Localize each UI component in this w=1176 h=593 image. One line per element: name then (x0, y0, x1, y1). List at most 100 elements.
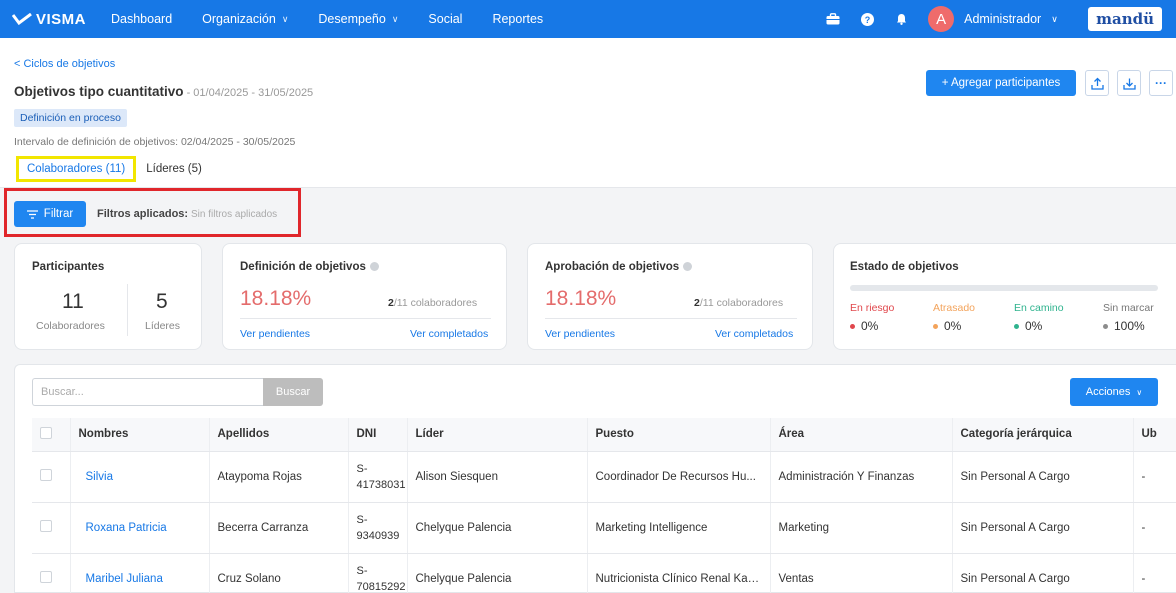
status-dot (933, 324, 938, 330)
nav-dashboard[interactable]: Dashboard (96, 0, 187, 38)
visma-logo[interactable]: VISMA (0, 11, 96, 28)
page-header: < Ciclos de objetivos Objetivos tipo cua… (0, 38, 1176, 188)
tab-lideres[interactable]: Líderes (5) (138, 156, 210, 182)
approval-title: Aprobación de objetivos (545, 261, 693, 273)
row-select[interactable] (32, 553, 70, 593)
state-value-text: 100% (1114, 319, 1145, 333)
help-icon[interactable]: ? (850, 0, 884, 38)
avatar[interactable]: A (928, 6, 955, 32)
column-header[interactable]: Categoría jerárquica (951, 418, 1133, 452)
cell-nombres[interactable]: Maribel Juliana (69, 553, 209, 593)
applied-filters-value: Sin filtros aplicados (191, 209, 278, 220)
nav-organizacion-label: Organización (202, 12, 276, 26)
upload-button[interactable] (1085, 70, 1109, 96)
cell-nombres[interactable]: Silvia (69, 451, 209, 503)
tab-colaboradores[interactable]: Colaboradores (11) (16, 156, 137, 182)
top-navbar: VISMA Dashboard Organización ∨ Desempeño ∨… (0, 0, 1176, 38)
status-dot (1014, 324, 1019, 330)
definition-percent: 18.18% (240, 287, 312, 310)
search-button[interactable]: Buscar (263, 378, 323, 406)
cell-dni: S- 70815292 (347, 553, 407, 593)
column-header[interactable]: Área (769, 418, 952, 452)
row-select[interactable] (32, 451, 70, 503)
leaders-label: Líderes (145, 320, 181, 332)
download-button[interactable] (1117, 70, 1141, 96)
checkbox[interactable] (40, 469, 52, 481)
approval-title-text: Aprobación de objetivos (545, 261, 680, 273)
nav-social[interactable]: Social (413, 0, 477, 38)
cell-dni: S- 41738031 (347, 451, 407, 503)
info-icon[interactable] (369, 262, 379, 272)
column-header[interactable]: Líder (406, 418, 587, 452)
checkbox[interactable] (40, 520, 52, 532)
state-value-text: 0% (861, 319, 879, 333)
mandu-logo[interactable]: mandü (1088, 7, 1162, 31)
visma-check-icon (12, 13, 32, 25)
definition-completed-link[interactable]: Ver completados (410, 328, 488, 340)
cell-lider: Chelyque Palencia (406, 502, 587, 554)
bell-icon[interactable] (884, 0, 918, 38)
cell-lider: Alison Siesquen (406, 451, 587, 503)
briefcase-icon[interactable] (816, 0, 850, 38)
cell-apellidos: Becerra Carranza (208, 502, 348, 554)
column-header[interactable]: Puesto (586, 418, 770, 452)
actions-button-label: Acciones (1085, 386, 1131, 398)
definition-title: Definición de objetivos (240, 261, 379, 273)
definition-interval: Intervalo de definición de objetivos: 02… (14, 136, 296, 148)
header-select-all[interactable] (32, 418, 70, 452)
column-header[interactable]: Apellidos (208, 418, 348, 452)
column-header[interactable]: DNI (347, 418, 407, 452)
checkbox[interactable] (40, 426, 52, 439)
cell-apellidos: Ataypoma Rojas (208, 451, 348, 503)
dni-number: 9340939 (356, 529, 400, 542)
page-title: Objetivos tipo cuantitativo - 01/04/2025… (14, 84, 313, 99)
approval-completed-link[interactable]: Ver completados (715, 328, 793, 340)
column-header[interactable]: Nombres (69, 418, 209, 452)
chevron-down-icon: ∨ (1051, 13, 1058, 24)
leaders-count: 5 (156, 290, 168, 313)
page-title-text: Objetivos tipo cuantitativo (14, 84, 184, 99)
dni-prefix: S- (356, 513, 368, 526)
cell-area: Administración Y Finanzas (769, 451, 952, 503)
checkbox[interactable] (40, 571, 52, 583)
table-row: Roxana Patricia Becerra Carranza S- 93409… (32, 502, 1176, 554)
nav-desempeno[interactable]: Desempeño ∨ (303, 0, 413, 38)
user-menu[interactable]: Administrador ∨ (964, 12, 1084, 26)
definition-total: /11 colaboradores (393, 297, 478, 309)
column-header[interactable]: Ub (1132, 418, 1176, 452)
more-options-button[interactable]: ··· (1149, 70, 1173, 96)
cell-nombres[interactable]: Roxana Patricia (69, 502, 209, 554)
back-link[interactable]: < Ciclos de objetivos (14, 58, 115, 70)
divider (127, 284, 128, 336)
dni-number: 70815292 (356, 580, 406, 593)
participants-card: Participantes 11 Colaboradores 5 Líderes (14, 243, 202, 350)
add-participants-button[interactable]: + Agregar participantes (926, 70, 1076, 96)
search-input[interactable] (32, 378, 263, 406)
participants-table: Nombres Apellidos DNI Líder Puesto Área … (32, 418, 1176, 593)
dni-prefix: S- (356, 564, 368, 577)
nav-desempeno-label: Desempeño (318, 12, 386, 26)
divider (240, 318, 491, 319)
actions-button[interactable]: Acciones ∨ (1070, 378, 1158, 406)
cell-categoria: Sin Personal A Cargo (951, 502, 1133, 554)
cell-ub: - (1132, 502, 1176, 554)
approval-pending-link[interactable]: Ver pendientes (545, 328, 615, 340)
row-select[interactable] (32, 502, 70, 554)
dni-number: 41738031 (356, 478, 406, 491)
divider (545, 318, 797, 319)
collaborators-label: Colaboradores (36, 320, 105, 332)
upload-icon (1090, 77, 1104, 90)
state-label-at-risk: En riesgo (850, 302, 895, 314)
cell-dni: S- 9340939 (347, 502, 407, 554)
state-value-at-risk: 0% (850, 319, 878, 333)
participants-title: Participantes (32, 261, 105, 273)
nav-reportes[interactable]: Reportes (477, 0, 558, 38)
nav-organizacion[interactable]: Organización ∨ (187, 0, 303, 38)
chevron-down-icon: ∨ (281, 13, 289, 24)
user-name: Administrador (964, 12, 1042, 26)
definition-card: Definición de objetivos 18.18% 2/11 cola… (222, 243, 507, 350)
status-title: Estado de objetivos (850, 261, 959, 273)
info-icon[interactable] (683, 262, 693, 272)
filter-button[interactable]: Filtrar (14, 201, 86, 227)
definition-pending-link[interactable]: Ver pendientes (240, 328, 310, 340)
